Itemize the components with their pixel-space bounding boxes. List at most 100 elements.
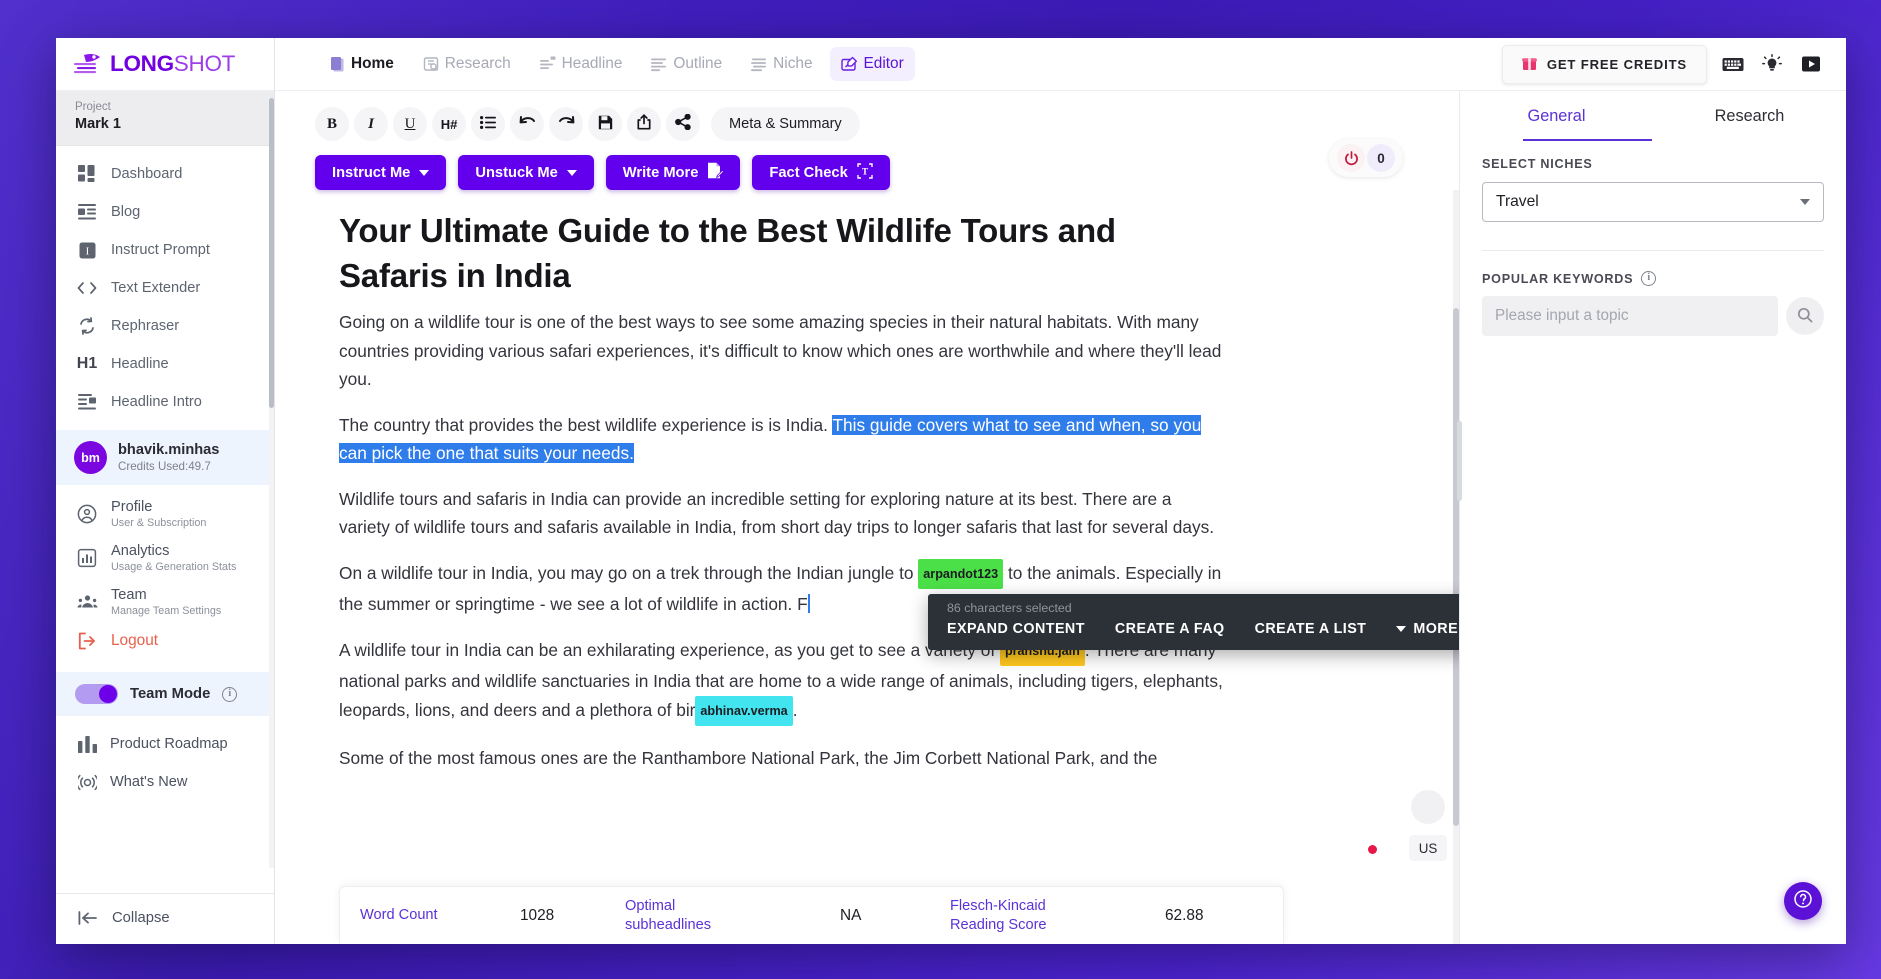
right-panel: General Research SELECT NICHES Travel PO… — [1457, 91, 1846, 944]
chevron-down-icon — [1800, 199, 1810, 205]
ai-suggestion-count[interactable]: 0 — [1367, 144, 1395, 172]
fact-check-icon: T — [857, 162, 873, 183]
right-panel-scrollbar-thumb[interactable] — [1457, 421, 1462, 501]
project-selector[interactable]: Project Mark 1 — [56, 91, 274, 146]
analytics-subtitle: Usage & Generation Stats — [111, 561, 237, 573]
keyword-search-button[interactable] — [1786, 297, 1824, 335]
sidebar-item-instruct-prompt[interactable]: I Instruct Prompt — [56, 231, 274, 269]
instruct-prompt-icon: I — [76, 240, 98, 260]
tab-headline[interactable]: Headline — [528, 47, 634, 81]
sidebar-item-team[interactable]: Team Manage Team Settings — [56, 580, 274, 624]
comment-tag-arpandot123[interactable]: arpandot123 — [918, 558, 1004, 589]
sidebar-item-dashboard[interactable]: Dashboard — [56, 155, 274, 193]
unstuck-me-button[interactable]: Unstuck Me — [458, 155, 594, 190]
share-button[interactable] — [666, 107, 700, 141]
home-icon — [328, 55, 346, 73]
main-area: Home Research Headline Outline Niche Edi… — [275, 38, 1846, 944]
tab-general[interactable]: General — [1460, 107, 1653, 139]
lightbulb-icon[interactable] — [1759, 51, 1785, 77]
meta-and-summary-button[interactable]: Meta & Summary — [711, 107, 860, 141]
tab-label: Outline — [673, 55, 723, 72]
sidebar-item-profile[interactable]: Profile User & Subscription — [56, 492, 274, 536]
analytics-title: Analytics — [111, 543, 170, 559]
sidebar-item-product-roadmap[interactable]: Product Roadmap — [56, 725, 274, 763]
write-icon — [707, 162, 725, 183]
heading-button[interactable]: H# — [432, 107, 466, 141]
selection-actions: EXPAND CONTENT CREATE A FAQ CREATE A LIS… — [947, 621, 1458, 637]
undo-button[interactable] — [510, 107, 544, 141]
export-button[interactable] — [627, 107, 661, 141]
editor-zone: B I U H# Meta & Summary Instruct Me Unst… — [275, 91, 1846, 944]
write-more-button[interactable]: Write More — [605, 155, 741, 190]
sidebar-item-headline[interactable]: H1 Headline — [56, 345, 274, 383]
sidebar-item-blog[interactable]: Blog — [56, 193, 274, 231]
info-icon[interactable]: i — [222, 686, 238, 702]
gift-icon — [1522, 55, 1537, 74]
chevron-down-icon — [566, 169, 577, 176]
save-button[interactable] — [588, 107, 622, 141]
comment-tag-abhinav-verma[interactable]: abhinav.verma — [695, 695, 793, 726]
more-actions-button[interactable]: MORE — [1396, 621, 1458, 637]
fact-check-button[interactable]: Fact Check T — [752, 155, 890, 190]
popular-keywords-label: POPULAR KEYWORDS — [1482, 271, 1634, 286]
selection-count-label: 86 characters selected — [947, 601, 1072, 615]
sidebar-scrollbar-thumb[interactable] — [269, 98, 274, 408]
keyboard-icon[interactable] — [1720, 51, 1746, 77]
brand-name: LONGSHOT — [110, 51, 236, 76]
bullet-list-button[interactable] — [471, 107, 505, 141]
team-mode-toggle[interactable] — [75, 684, 118, 704]
bold-button[interactable]: B — [315, 107, 349, 141]
tab-home[interactable]: Home — [317, 47, 405, 81]
tab-niche[interactable]: Niche — [739, 47, 823, 81]
niche-icon — [750, 55, 768, 73]
power-icon[interactable] — [1337, 144, 1365, 172]
brand-logo[interactable]: LONGSHOT — [56, 38, 274, 91]
comment-marker-dot[interactable] — [1368, 845, 1377, 854]
sidebar-item-logout[interactable]: Logout — [56, 624, 274, 658]
expand-content-action[interactable]: EXPAND CONTENT — [947, 621, 1085, 637]
info-icon[interactable]: i — [1641, 271, 1657, 286]
fact-check-label: Fact Check — [769, 164, 848, 181]
instruct-me-label: Instruct Me — [332, 164, 411, 181]
ai-action-row: Instruct Me Unstuck Me Write More Fact C… — [275, 139, 1459, 190]
keyword-search-input[interactable] — [1482, 296, 1778, 336]
help-button[interactable] — [1784, 882, 1822, 920]
avatar: bm — [74, 441, 107, 474]
project-label: Project — [75, 101, 111, 113]
user-account-card[interactable]: bm bhavik.minhas Credits Used:49.7 — [56, 430, 274, 485]
italic-button[interactable]: I — [354, 107, 388, 141]
stat-value-optimal-subheadlines: NA — [840, 906, 862, 924]
sidebar-item-rephraser[interactable]: Rephraser — [56, 307, 274, 345]
tab-outline[interactable]: Outline — [639, 47, 733, 81]
underline-button[interactable]: U — [393, 107, 427, 141]
h1-icon: H1 — [76, 355, 98, 372]
instruct-me-button[interactable]: Instruct Me — [315, 155, 447, 190]
sidebar-item-analytics[interactable]: Analytics Usage & Generation Stats — [56, 536, 274, 580]
sidebar-item-whats-new[interactable]: What's New — [56, 763, 274, 801]
team-mode-row[interactable]: Team Mode i — [56, 672, 274, 716]
locale-chip[interactable]: US — [1409, 835, 1447, 861]
redo-button[interactable] — [549, 107, 583, 141]
tab-editor[interactable]: Editor — [829, 47, 915, 81]
stat-label-flesch-kincaid: Flesch-Kincaid Reading Score — [950, 897, 1047, 933]
collapse-sidebar-button[interactable]: Collapse — [56, 893, 274, 944]
tab-label: Editor — [863, 55, 904, 72]
tab-research-panel[interactable]: Research — [1653, 107, 1846, 139]
get-free-credits-button[interactable]: GET FREE CREDITS — [1501, 44, 1707, 84]
sidebar-item-text-extender[interactable]: Text Extender — [56, 269, 274, 307]
document-scroll-area[interactable]: Your Ultimate Guide to the Best Wildlife… — [275, 190, 1459, 944]
tab-research[interactable]: Research — [411, 47, 522, 81]
paragraph-1: Going on a wildlife tour is one of the b… — [339, 312, 1222, 389]
play-video-icon[interactable] — [1798, 51, 1824, 77]
write-more-label: Write More — [622, 164, 699, 181]
roadmap-icon — [76, 734, 98, 754]
team-subtitle: Manage Team Settings — [111, 605, 222, 617]
create-a-list-action[interactable]: CREATE A LIST — [1255, 621, 1367, 637]
create-a-faq-action[interactable]: CREATE A FAQ — [1115, 621, 1225, 637]
sidebar-item-label: Product Roadmap — [110, 736, 228, 752]
account-nav: Profile User & Subscription Analytics Us… — [56, 485, 274, 658]
document-content[interactable]: Your Ultimate Guide to the Best Wildlife… — [275, 190, 1285, 773]
sidebar-item-headline-intro[interactable]: Headline Intro — [56, 383, 274, 421]
niche-select[interactable]: Travel — [1482, 182, 1824, 222]
primary-nav: Dashboard Blog I Instruct Prompt Text Ex… — [56, 146, 274, 421]
